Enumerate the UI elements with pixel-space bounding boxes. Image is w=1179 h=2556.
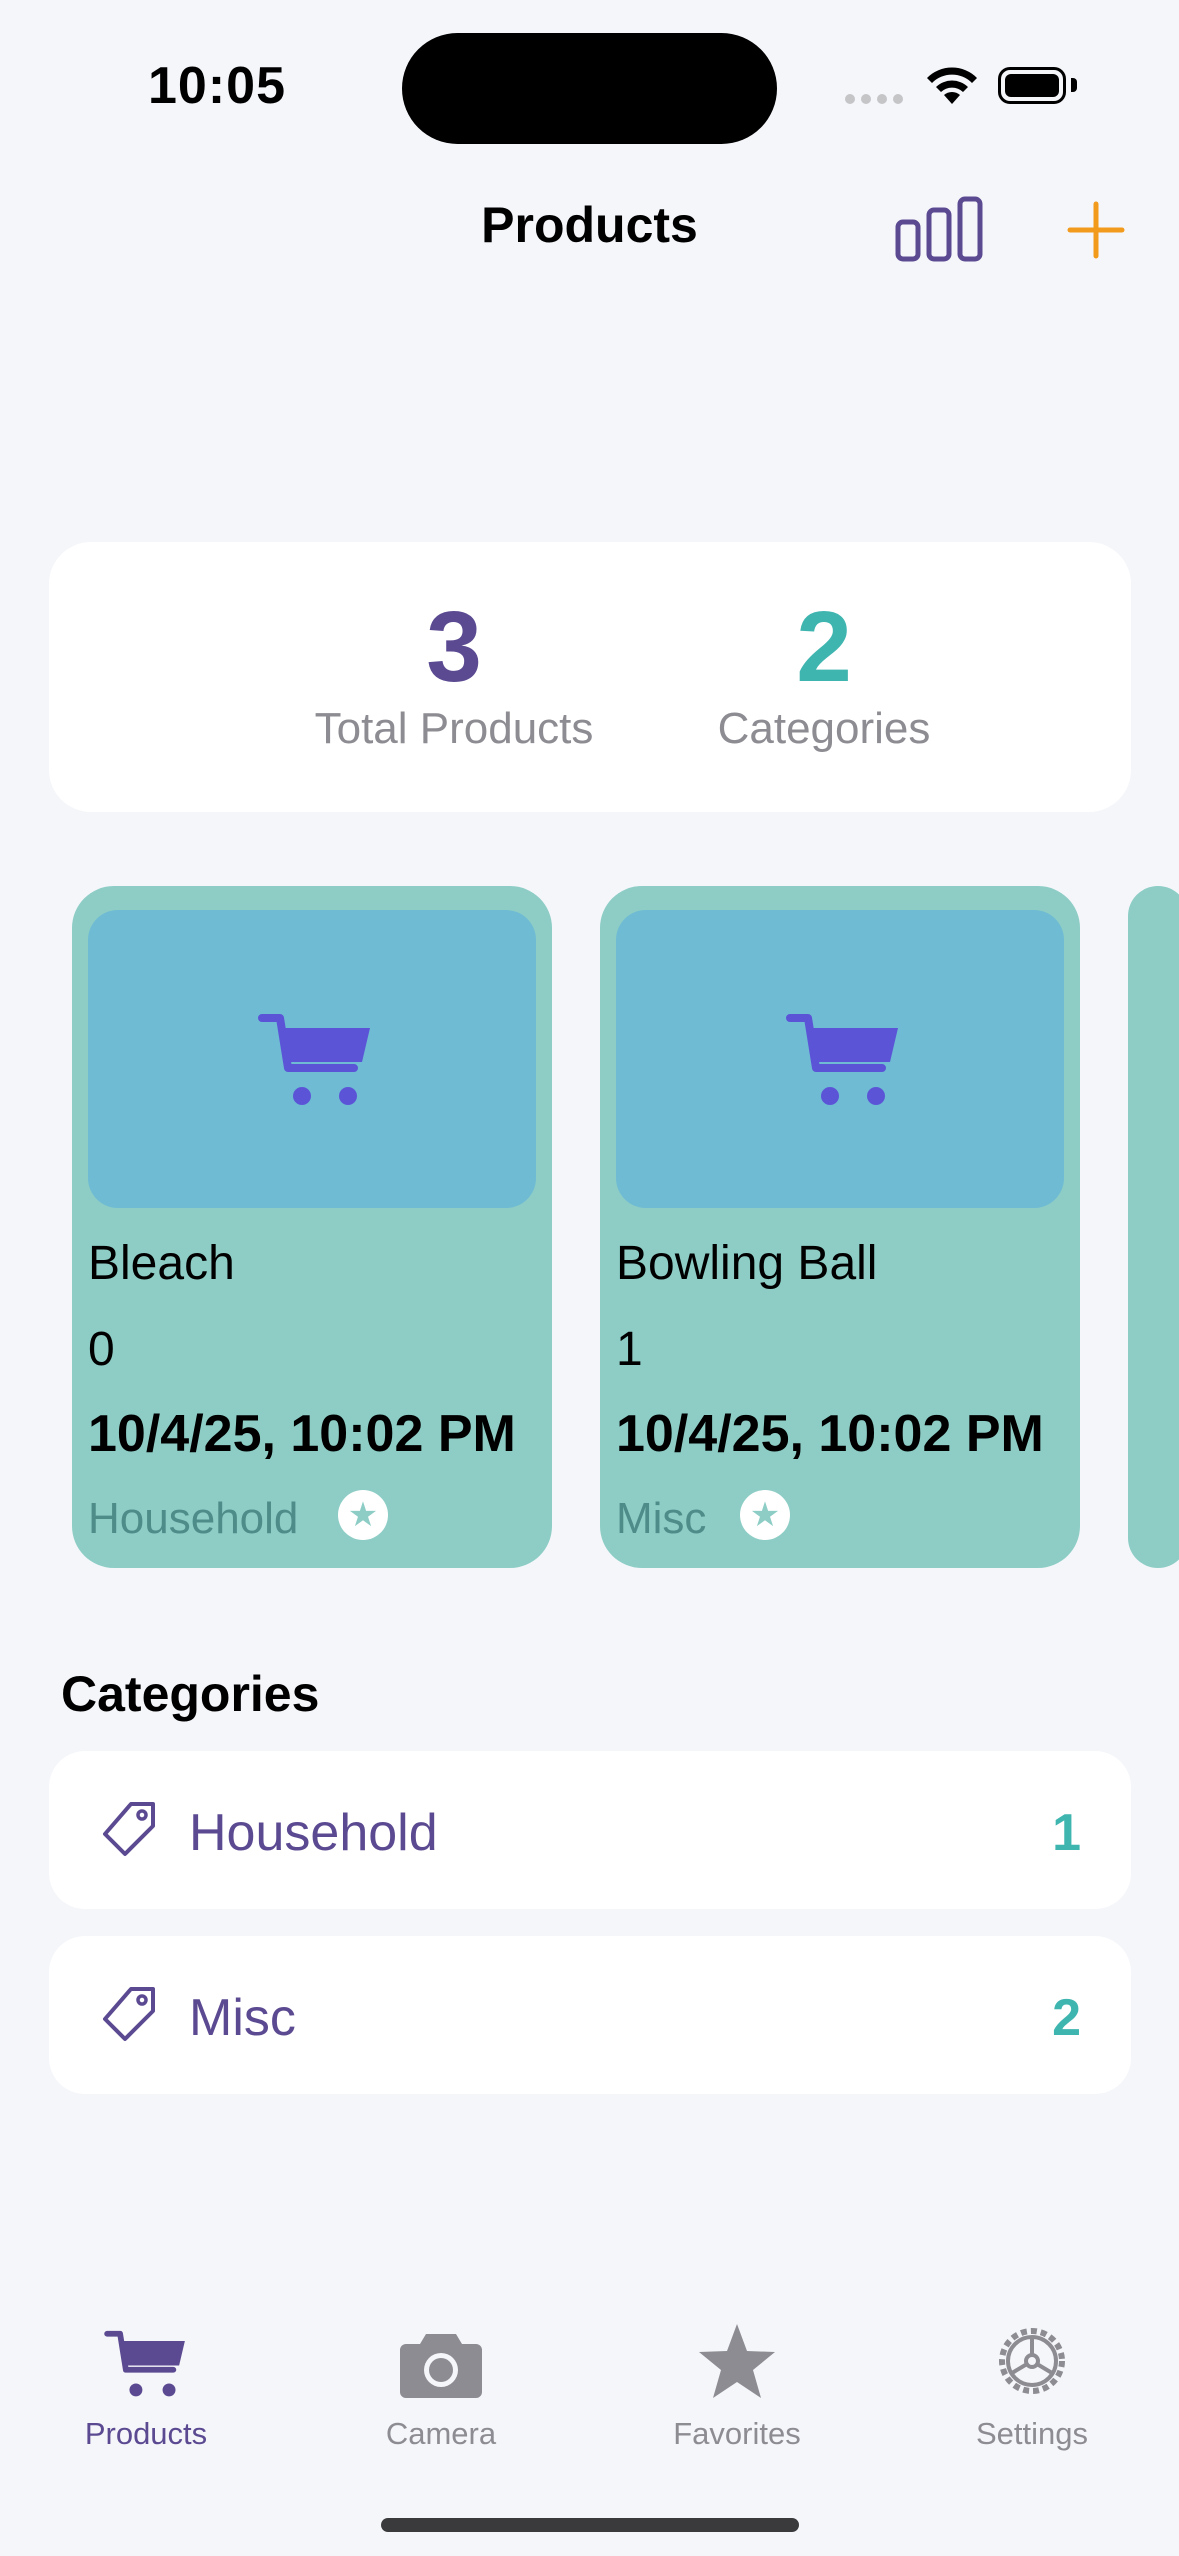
cart-icon	[786, 1014, 898, 1105]
cart-icon	[258, 1014, 370, 1105]
tab-settings[interactable]: Settings	[912, 2320, 1152, 2452]
category-label: Household	[189, 1804, 438, 1862]
cellular-signal-icon	[845, 94, 905, 106]
star-icon	[699, 2324, 775, 2398]
tag-icon	[103, 1802, 155, 1856]
tab-label: Settings	[975, 2416, 1088, 2451]
product-quantity: 0	[88, 1323, 115, 1376]
category-row-misc[interactable]: Misc 2	[49, 1936, 1131, 2094]
dynamic-island	[402, 33, 777, 144]
summary-card: 3 Total Products 2 Categories	[49, 542, 1131, 812]
total-products-count: 3	[426, 591, 482, 703]
plus-icon	[1067, 201, 1125, 259]
category-count: 1	[1052, 1804, 1081, 1862]
wifi-icon	[924, 64, 980, 111]
tab-products[interactable]: Products	[26, 2320, 266, 2452]
product-date: 10/4/25, 10:02 PM	[616, 1405, 1044, 1463]
product-name: Bowling Ball	[616, 1237, 878, 1290]
add-product-button[interactable]	[1064, 198, 1128, 262]
tab-camera[interactable]: Camera	[321, 2320, 561, 2452]
chart-button[interactable]	[895, 196, 983, 262]
product-card-partial[interactable]	[1128, 886, 1179, 1568]
product-image	[616, 910, 1064, 1208]
home-indicator[interactable]	[381, 2518, 799, 2532]
favorite-star-icon[interactable]: ★	[338, 1490, 388, 1540]
page-title: Products	[481, 197, 698, 253]
gear-icon	[999, 2328, 1065, 2394]
total-products-label: Total Products	[314, 704, 594, 753]
favorite-star-icon[interactable]: ★	[740, 1490, 790, 1540]
cart-icon	[104, 2330, 185, 2397]
category-row-household[interactable]: Household 1	[49, 1751, 1131, 1909]
product-card-bowling-ball[interactable]: Bowling Ball 1 10/4/25, 10:02 PM Misc ★	[600, 886, 1080, 1568]
product-category: Household	[88, 1494, 299, 1543]
total-products-stat: 3 Total Products	[284, 592, 624, 754]
battery-icon	[998, 67, 1066, 104]
tab-label: Favorites	[673, 2416, 801, 2451]
tab-favorites[interactable]: Favorites	[617, 2320, 857, 2452]
camera-icon	[400, 2334, 482, 2398]
categories-count: 2	[796, 591, 852, 703]
categories-section-title: Categories	[61, 1666, 320, 1722]
category-label: Misc	[189, 1989, 296, 2047]
chart-bars-icon	[895, 196, 983, 262]
product-name: Bleach	[88, 1237, 235, 1290]
status-time: 10:05	[148, 57, 286, 115]
categories-stat: 2 Categories	[639, 592, 1009, 754]
category-count: 2	[1052, 1989, 1081, 2047]
battery-cap	[1071, 78, 1077, 92]
product-card-bleach[interactable]: Bleach 0 10/4/25, 10:02 PM Household ★	[72, 886, 552, 1568]
product-date: 10/4/25, 10:02 PM	[88, 1405, 516, 1463]
tag-icon	[103, 1987, 155, 2041]
tab-label: Products	[84, 2416, 208, 2451]
categories-label: Categories	[717, 704, 931, 753]
product-category: Misc	[616, 1494, 707, 1543]
tab-label: Camera	[385, 2416, 497, 2451]
product-image	[88, 910, 536, 1208]
product-quantity: 1	[616, 1323, 643, 1376]
